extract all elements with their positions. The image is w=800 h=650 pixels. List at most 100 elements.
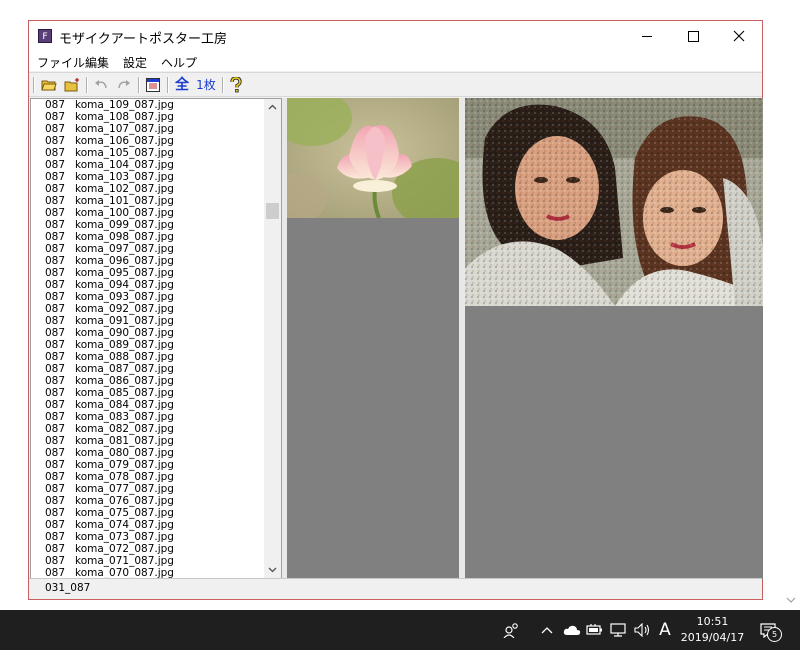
- mosaic-portrait-image[interactable]: [465, 98, 763, 306]
- file-list[interactable]: 087 koma_109_087.jpg 087 koma_108_087.jpg 08…: [31, 99, 264, 579]
- list-item[interactable]: 087 koma_077_087.jpg: [31, 483, 264, 495]
- list-item[interactable]: 087 koma_089_087.jpg: [31, 339, 264, 351]
- status-bar: 031_087: [29, 578, 762, 599]
- list-item[interactable]: 087 koma_102_087.jpg: [31, 183, 264, 195]
- minimize-button[interactable]: [624, 21, 670, 51]
- list-item[interactable]: 087 koma_101_087.jpg: [31, 195, 264, 207]
- list-item-filename: koma_083_087.jpg: [75, 411, 174, 423]
- scroll-down-button[interactable]: [264, 562, 281, 579]
- lotus-flower-image[interactable]: [287, 98, 459, 218]
- one-sheet-button[interactable]: 1枚: [194, 75, 218, 95]
- list-item-code: 087: [45, 243, 66, 255]
- list-item[interactable]: 087 koma_104_087.jpg: [31, 159, 264, 171]
- new-folder-button[interactable]: [62, 75, 82, 95]
- list-item-code: 087: [45, 135, 66, 147]
- list-item-code: 087: [45, 255, 66, 267]
- list-item-code: 087: [45, 327, 66, 339]
- all-button[interactable]: 全: [172, 75, 192, 95]
- list-item[interactable]: 087 koma_073_087.jpg: [31, 531, 264, 543]
- list-item-code: 087: [45, 195, 66, 207]
- open-folder-button[interactable]: [39, 75, 59, 95]
- toolbar-separator: [33, 77, 35, 93]
- list-item[interactable]: 087 koma_079_087.jpg: [31, 459, 264, 471]
- list-item[interactable]: 087 koma_107_087.jpg: [31, 123, 264, 135]
- maximize-button[interactable]: [670, 21, 716, 51]
- toolbar: 全 1枚: [29, 72, 762, 97]
- list-item[interactable]: 087 koma_076_087.jpg: [31, 495, 264, 507]
- list-item-filename: koma_090_087.jpg: [75, 327, 174, 339]
- list-item[interactable]: 087 koma_092_087.jpg: [31, 303, 264, 315]
- network-button[interactable]: [608, 610, 628, 650]
- battery-button[interactable]: [585, 610, 605, 650]
- help-button[interactable]: [226, 75, 246, 95]
- clock[interactable]: 10:51 2019/04/17: [675, 614, 750, 646]
- list-item-code: 087: [45, 279, 66, 291]
- list-item[interactable]: 087 koma_091_087.jpg: [31, 315, 264, 327]
- menu-help[interactable]: ヘルプ: [161, 54, 197, 71]
- list-item-filename: koma_094_087.jpg: [75, 279, 174, 291]
- list-item[interactable]: 087 koma_084_087.jpg: [31, 399, 264, 411]
- list-item[interactable]: 087 koma_105_087.jpg: [31, 147, 264, 159]
- list-item-filename: koma_080_087.jpg: [75, 447, 174, 459]
- volume-button[interactable]: [632, 610, 654, 650]
- list-item[interactable]: 087 koma_094_087.jpg: [31, 279, 264, 291]
- list-item[interactable]: 087 koma_072_087.jpg: [31, 543, 264, 555]
- list-item[interactable]: 087 koma_106_087.jpg: [31, 135, 264, 147]
- file-list-scrollbar[interactable]: [264, 99, 281, 579]
- list-item-code: 087: [45, 543, 66, 555]
- chevron-up-icon: [541, 627, 553, 634]
- file-list-panel: 087 koma_109_087.jpg 087 koma_108_087.jpg 08…: [30, 98, 282, 580]
- list-item[interactable]: 087 koma_093_087.jpg: [31, 291, 264, 303]
- list-item-filename: koma_084_087.jpg: [75, 399, 174, 411]
- list-item[interactable]: 087 koma_097_087.jpg: [31, 243, 264, 255]
- list-item-code: 087: [45, 111, 66, 123]
- toolbar-separator: [222, 77, 224, 93]
- ime-mode-indicator[interactable]: A: [656, 610, 674, 650]
- scroll-up-button[interactable]: [264, 99, 281, 116]
- menu-file[interactable]: ファイル: [37, 54, 85, 71]
- list-item[interactable]: 087 koma_095_087.jpg: [31, 267, 264, 279]
- list-item-code: 087: [45, 423, 66, 435]
- list-item-code: 087: [45, 519, 66, 531]
- list-item[interactable]: 087 koma_096_087.jpg: [31, 255, 264, 267]
- menu-edit[interactable]: 編集: [85, 54, 109, 71]
- list-item[interactable]: 087 koma_103_087.jpg: [31, 171, 264, 183]
- undo-button[interactable]: [91, 75, 111, 95]
- scroll-thumb[interactable]: [266, 203, 279, 219]
- list-item[interactable]: 087 koma_086_087.jpg: [31, 375, 264, 387]
- onedrive-button[interactable]: [561, 610, 583, 650]
- show-hidden-icons-button[interactable]: [538, 610, 556, 650]
- list-item[interactable]: 087 koma_074_087.jpg: [31, 519, 264, 531]
- list-item-filename: koma_071_087.jpg: [75, 555, 174, 567]
- close-button[interactable]: [716, 21, 762, 51]
- list-item[interactable]: 087 koma_081_087.jpg: [31, 435, 264, 447]
- list-item[interactable]: 087 koma_098_087.jpg: [31, 231, 264, 243]
- list-item[interactable]: 087 koma_071_087.jpg: [31, 555, 264, 567]
- list-item[interactable]: 087 koma_108_087.jpg: [31, 111, 264, 123]
- list-item[interactable]: 087 koma_082_087.jpg: [31, 423, 264, 435]
- list-item-filename: koma_072_087.jpg: [75, 543, 174, 555]
- list-item[interactable]: 087 koma_083_087.jpg: [31, 411, 264, 423]
- list-item-code: 087: [45, 99, 66, 111]
- list-item[interactable]: 087 koma_085_087.jpg: [31, 387, 264, 399]
- list-item-filename: koma_073_087.jpg: [75, 531, 174, 543]
- list-item-code: 087: [45, 459, 66, 471]
- list-item-code: 087: [45, 531, 66, 543]
- list-view-button[interactable]: [143, 75, 163, 95]
- redo-button[interactable]: [114, 75, 134, 95]
- list-item[interactable]: 087 koma_100_087.jpg: [31, 207, 264, 219]
- title-bar[interactable]: F モザイクアートポスター工房: [29, 21, 762, 51]
- taskbar: A 10:51 2019/04/17: [0, 610, 800, 650]
- list-item-code: 087: [45, 291, 66, 303]
- list-item[interactable]: 087 koma_090_087.jpg: [31, 327, 264, 339]
- list-item[interactable]: 087 koma_078_087.jpg: [31, 471, 264, 483]
- list-item-filename: koma_095_087.jpg: [75, 267, 174, 279]
- list-item[interactable]: 087 koma_109_087.jpg: [31, 99, 264, 111]
- list-item[interactable]: 087 koma_088_087.jpg: [31, 351, 264, 363]
- list-item[interactable]: 087 koma_075_087.jpg: [31, 507, 264, 519]
- people-button[interactable]: [500, 610, 522, 650]
- list-item[interactable]: 087 koma_087_087.jpg: [31, 363, 264, 375]
- menu-settings[interactable]: 設定: [123, 54, 147, 71]
- list-item[interactable]: 087 koma_099_087.jpg: [31, 219, 264, 231]
- list-item[interactable]: 087 koma_080_087.jpg: [31, 447, 264, 459]
